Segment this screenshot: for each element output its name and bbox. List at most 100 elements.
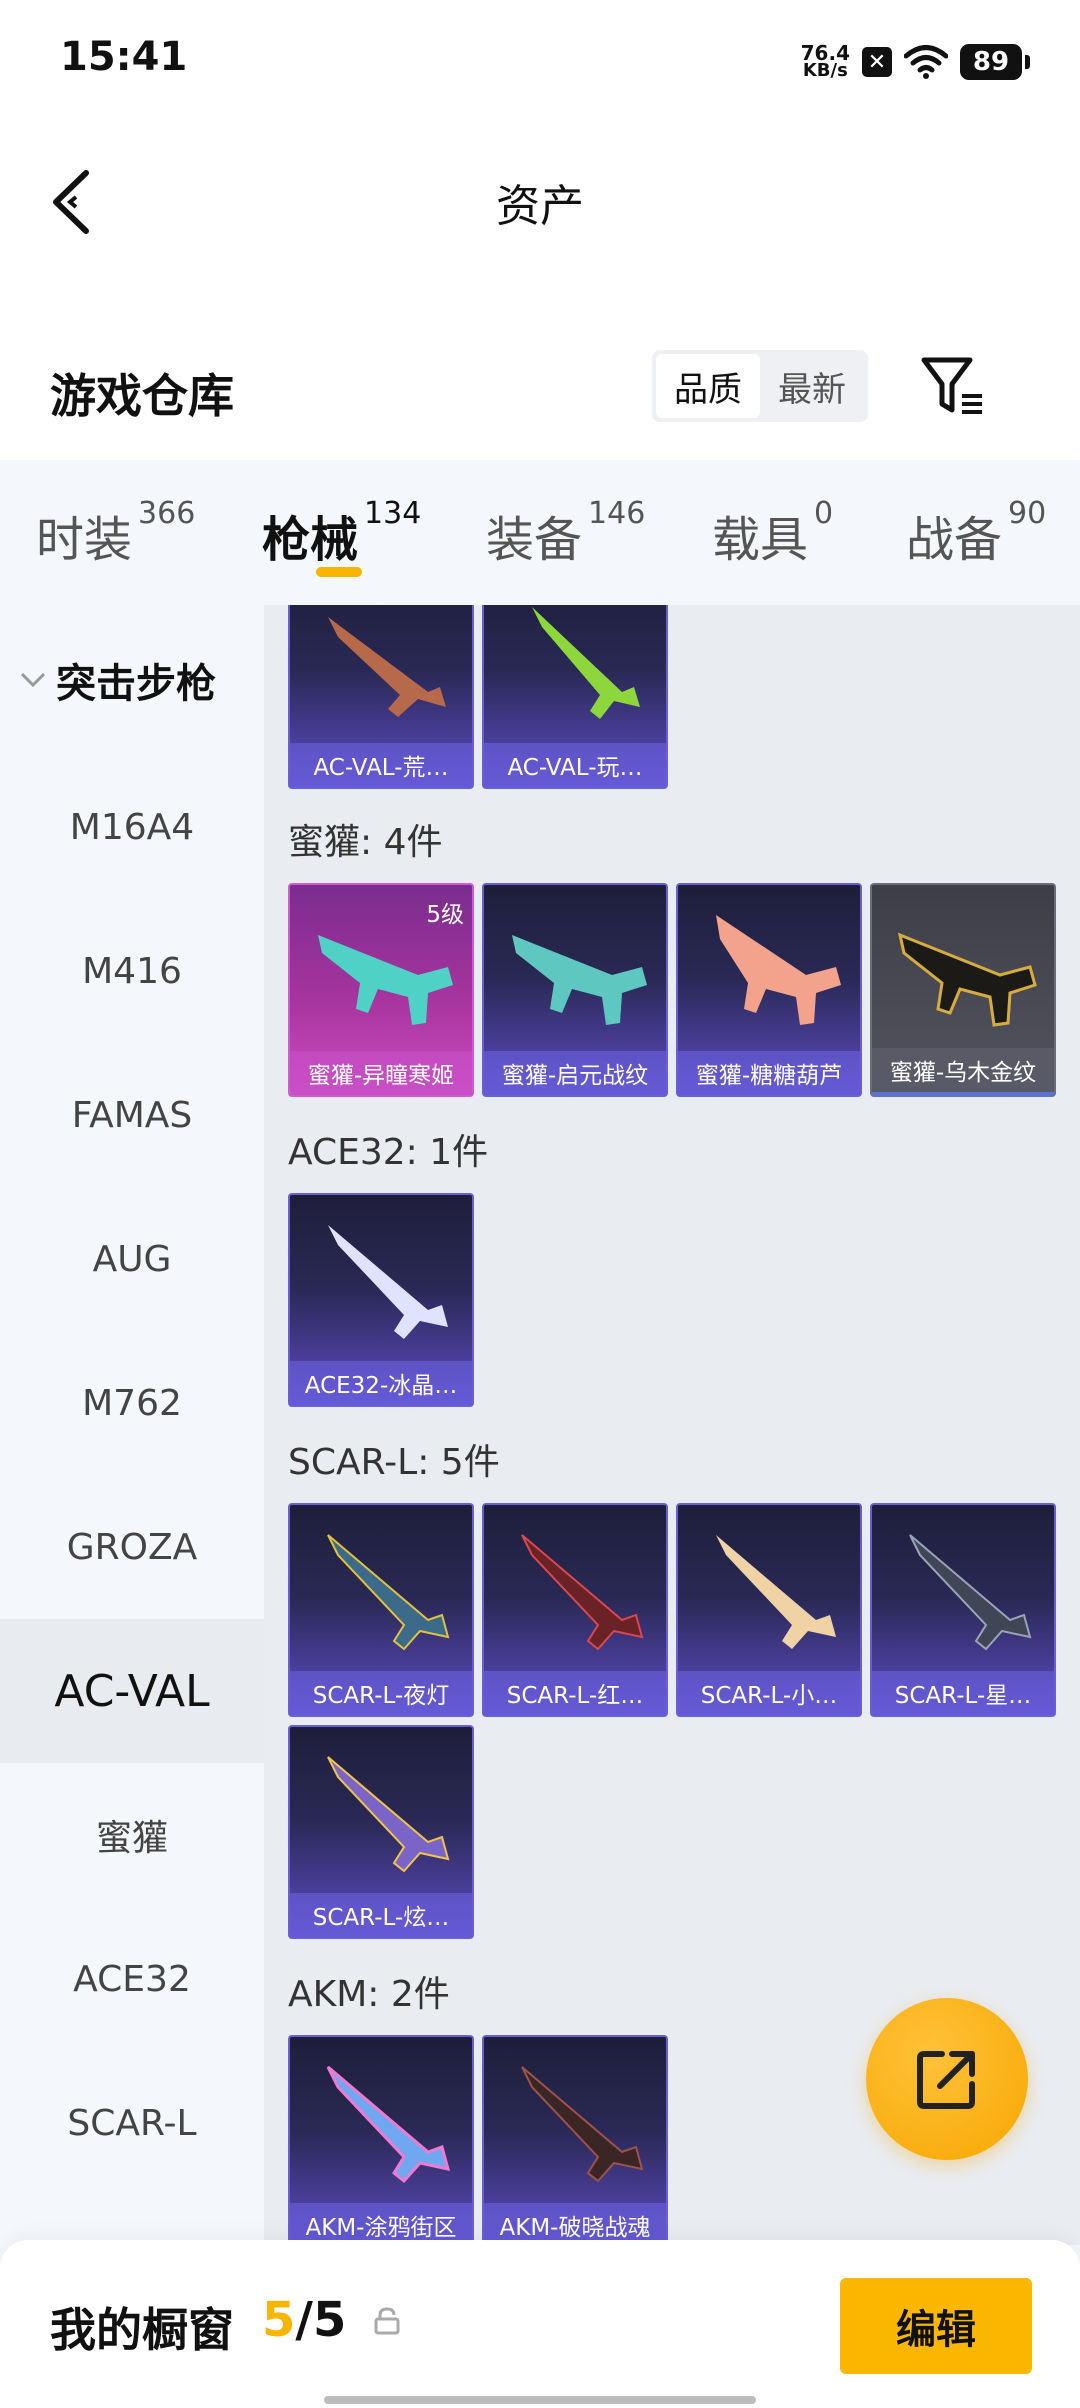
sidebar-group-assault-rifles[interactable]: 突击步枪: [0, 605, 264, 755]
sidebar-item-scarl[interactable]: SCAR-L: [0, 2051, 264, 2195]
sort-newest-option[interactable]: 最新: [760, 354, 864, 418]
battery-icon: 89: [960, 44, 1030, 80]
sidebar-item-ace32[interactable]: ACE32: [0, 1907, 264, 2051]
share-icon: [917, 2051, 975, 2109]
tab-label: 枪械: [262, 512, 359, 568]
showcase-count-total: /5: [295, 2292, 347, 2348]
home-indicator[interactable]: [324, 2396, 756, 2404]
rifle-icon: [328, 617, 446, 717]
rifle-icon: [521, 2066, 644, 2183]
tab-count: 146: [588, 496, 646, 531]
rifle-icon: [327, 1534, 450, 1651]
net-speed: 76.4 KB/s: [801, 43, 850, 81]
status-icons: 76.4 KB/s ✕ 89: [801, 40, 1030, 84]
tab-count: 366: [138, 496, 196, 531]
smg-icon: [716, 915, 841, 1025]
group-label-akm: AKM: 2件: [288, 1974, 450, 2015]
skin-name: SCAR-L-红…: [484, 1671, 666, 1715]
rifle-icon: [327, 1756, 450, 1873]
skin-name: SCAR-L-星…: [872, 1671, 1054, 1715]
category-tabs: 时装 366 枪械 134 装备 146 载具 0 战备 90: [0, 460, 1080, 605]
page-title: 资产: [496, 181, 584, 232]
sidebar-item-m416[interactable]: M416: [0, 899, 264, 1043]
showcase-count-current: 5: [262, 2292, 296, 2348]
skin-card[interactable]: AKM-破晓战魂: [482, 2035, 668, 2245]
active-tab-indicator: [316, 567, 362, 577]
tab-label: 时装: [36, 512, 133, 568]
close-notification-icon: ✕: [862, 47, 892, 77]
skin-card[interactable]: SCAR-L-夜灯: [288, 1503, 474, 1717]
sidebar-item-groza[interactable]: GROZA: [0, 1475, 264, 1619]
sort-toggle: 品质 最新: [652, 350, 868, 422]
skin-name: AKM-破晓战魂: [484, 2203, 666, 2245]
sidebar-item-m16a4[interactable]: M16A4: [0, 755, 264, 899]
skin-name: SCAR-L-炫…: [290, 1893, 472, 1937]
skin-name: ACE32-冰晶…: [290, 1361, 472, 1405]
tab-label: 装备: [486, 512, 583, 568]
tab-firearms[interactable]: 枪械 134: [262, 496, 421, 570]
skin-card[interactable]: AC-VAL-荒…: [288, 605, 474, 789]
skin-card[interactable]: 蜜獾-糖糖葫芦: [676, 883, 862, 1097]
sort-quality-option[interactable]: 品质: [656, 354, 760, 418]
skin-name: SCAR-L-小…: [678, 1671, 860, 1715]
sidebar-item-aug[interactable]: AUG: [0, 1187, 264, 1331]
skin-name: SCAR-L-夜灯: [290, 1671, 472, 1715]
skin-card[interactable]: SCAR-L-炫…: [288, 1725, 474, 1939]
edit-button[interactable]: 编辑: [840, 2278, 1032, 2374]
skin-name: 蜜獾-糖糖葫芦: [678, 1051, 860, 1095]
skin-card[interactable]: SCAR-L-红…: [482, 1503, 668, 1717]
sidebar-item-m762[interactable]: M762: [0, 1331, 264, 1475]
rifle-icon: [909, 1534, 1032, 1651]
showcase-label: 我的橱窗: [50, 2303, 234, 2357]
skin-card[interactable]: AC-VAL-玩…: [482, 605, 668, 789]
smg-icon: [512, 935, 647, 1025]
group-label-ace32: ACE32: 1件: [288, 1132, 489, 1173]
skin-card[interactable]: SCAR-L-小…: [676, 1503, 862, 1717]
filter-icon: [921, 357, 982, 414]
skin-name: AKM-涂鸦街区: [290, 2203, 472, 2245]
smg-icon: [897, 932, 1037, 1027]
group-label-honey-badger: 蜜獾: 4件: [288, 822, 443, 863]
rifle-icon: [328, 1225, 448, 1339]
sidebar-item-famas[interactable]: FAMAS: [0, 1043, 264, 1187]
tab-equipment[interactable]: 装备 146: [486, 496, 645, 570]
group-label-scarl: SCAR-L: 5件: [288, 1442, 500, 1483]
skin-card[interactable]: 蜜獾-启元战纹: [482, 883, 668, 1097]
skin-card[interactable]: 蜜獾-乌木金纹: [870, 883, 1056, 1097]
net-speed-unit: KB/s: [802, 60, 848, 81]
tab-count: 134: [364, 496, 422, 531]
sidebar-item-acval[interactable]: AC-VAL: [0, 1619, 264, 1763]
sidebar-item-honey-badger[interactable]: 蜜獾: [0, 1763, 264, 1907]
skin-card[interactable]: AKM-涂鸦街区: [288, 2035, 474, 2245]
tab-vehicles[interactable]: 载具 0: [712, 496, 833, 570]
rifle-icon: [521, 1534, 644, 1651]
tab-fashion[interactable]: 时装 366: [36, 496, 195, 570]
sidebar-group-label: 突击步枪: [56, 661, 216, 707]
tab-label: 战备: [906, 512, 1003, 568]
skin-name: 蜜獾-异瞳寒姬: [290, 1051, 472, 1095]
rifle-icon: [532, 607, 640, 719]
weapon-sidebar: 突击步枪 M16A4 M416 FAMAS AUG M762 GROZA AC-…: [0, 605, 264, 2245]
rifle-icon: [716, 1535, 836, 1649]
tab-supplies[interactable]: 战备 90: [906, 496, 1046, 570]
app-header: 资产: [0, 120, 1080, 280]
skin-card[interactable]: SCAR-L-星…: [870, 1503, 1056, 1717]
skin-name: 蜜獾-启元战纹: [484, 1051, 666, 1095]
rifle-icon: [326, 2065, 451, 2184]
status-time: 15:41: [60, 34, 188, 80]
showcase-bar: 我的橱窗 5/5 编辑: [0, 2240, 1080, 2408]
share-button[interactable]: [866, 1998, 1028, 2160]
skin-card[interactable]: 5级 蜜獾-异瞳寒姬: [288, 883, 474, 1097]
tab-label: 载具: [712, 512, 809, 568]
skin-card[interactable]: ACE32-冰晶…: [288, 1193, 474, 1407]
chevron-down-icon: [20, 672, 46, 688]
tab-count: 90: [1008, 496, 1047, 531]
tab-count: 0: [814, 496, 834, 531]
smg-icon: [318, 935, 453, 1025]
skin-name: AC-VAL-荒…: [290, 743, 472, 787]
filter-button[interactable]: [918, 352, 988, 422]
skin-name: 蜜獾-乌木金纹: [872, 1048, 1054, 1092]
warehouse-header: 游戏仓库 品质 最新: [0, 280, 1080, 460]
status-bar: 15:41 76.4 KB/s ✕ 89: [0, 0, 1080, 120]
lock-icon: [374, 2307, 400, 2335]
